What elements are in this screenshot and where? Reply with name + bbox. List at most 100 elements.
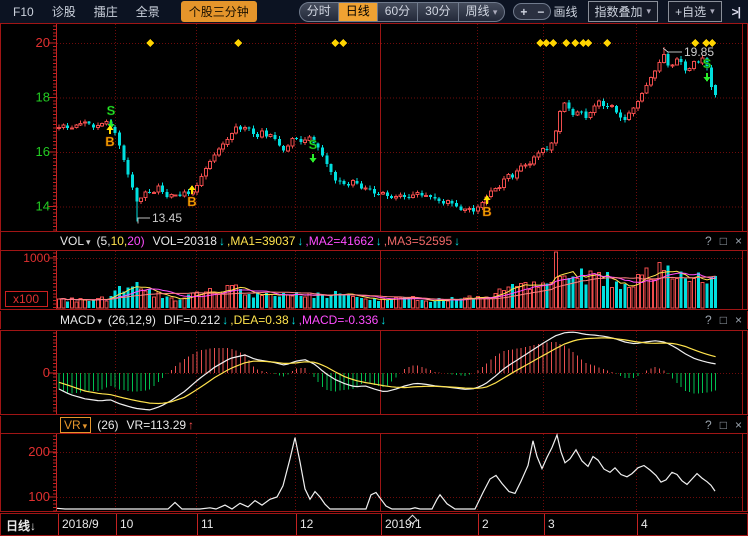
down-arrow-icon: ↓ [376,234,382,248]
chevron-down-icon: ▾ [97,316,102,326]
axis-label: 2 [482,517,489,531]
axis-label: 2018/9 [62,517,99,531]
add-watchlist-dropdown[interactable]: +自选▾ [668,1,722,22]
axis-label: 12 [300,517,313,531]
svg-text:100: 100 [28,489,50,504]
svg-text:0: 0 [43,365,50,380]
vol-pane-header: VOL▾(5,10,20) VOL=20318↓,MA1=39037↓,MA2=… [0,232,748,250]
close-icon[interactable]: × [735,313,742,327]
draw-line-button[interactable]: 画线 [554,3,578,20]
index-overlay-dropdown[interactable]: 指数叠加▾ [588,1,659,22]
macd-dea: ,DEA=0.38 [230,313,288,327]
help-icon[interactable]: ? [705,313,712,327]
macd-pane-header: MACD▾(26,12,9) DIF=0.212↓,DEA=0.38↓,MACD… [0,311,748,329]
axis-label: 4 [641,517,648,531]
svg-text:13.45: 13.45 [152,211,182,225]
macd-value: ,MACD=-0.336 [299,313,379,327]
stock-3min-button[interactable]: 个股三分钟 [181,1,257,22]
axis-tick [544,514,545,535]
axis-tick [296,514,297,535]
macd-chart: 0 [0,330,748,415]
menu-diagnose[interactable]: 诊股 [52,3,76,20]
vol-ma3: ,MA3=52595 [384,234,452,248]
macd-indicator-selector[interactable]: MACD▾ [60,313,102,327]
svg-text:19.85: 19.85 [684,45,714,59]
candlestick-chart: 20181614SBBSBS13.4519.85 [0,23,748,232]
help-icon[interactable]: ? [705,234,712,248]
period-weekly-dropdown[interactable]: 周线 ▾ [459,2,506,22]
svg-text:200: 200 [28,444,50,459]
period-30min[interactable]: 30分 [418,2,458,22]
chevron-down-icon: ▾ [493,7,498,17]
close-icon[interactable]: × [735,418,742,432]
vr-value: VR=113.29 [127,418,187,432]
period-60min[interactable]: 60分 [378,2,418,22]
svg-text:1000: 1000 [23,251,50,265]
vol-param-1: (5, [97,234,111,248]
vol-value: VOL=20318 [153,234,217,248]
menu-overview[interactable]: 全景 [136,3,160,20]
help-icon[interactable]: ? [705,418,712,432]
axis-tick [478,514,479,535]
vr-chart: 200 100 [0,433,748,512]
toolbar: F10 诊股 擂庄 全景 个股三分钟 分时 日线 60分 30分 周线 ▾ + … [0,0,748,23]
period-switcher: 分时 日线 60分 30分 周线 ▾ [299,2,506,22]
maximize-icon[interactable]: □ [720,313,727,327]
period-daily[interactable]: 日线 [339,2,378,22]
zoom-controls: + − [513,3,551,20]
chevron-down-icon: ▾ [647,6,652,17]
svg-text:x100: x100 [13,292,39,306]
down-arrow-icon: ↓ [291,313,297,327]
svg-text:B: B [187,194,196,209]
axis-tick [58,514,59,535]
axis-label: 3 [548,517,555,531]
vol-indicator-selector[interactable]: VOL▾ [60,234,91,248]
vol-ma1: ,MA1=39037 [227,234,295,248]
volume-chart: 1000 x100 [0,250,748,310]
zoom-in-button[interactable]: + [520,5,527,19]
chevron-down-icon: ▾ [710,6,715,17]
svg-text:S: S [309,137,318,152]
vol-ma2: ,MA2=41662 [305,234,373,248]
vr-pane-header: VR▾ (26) VR=113.29↑ ? □ × [0,416,748,433]
chevron-down-icon: ▾ [83,421,88,431]
down-arrow-icon: ↓ [219,234,225,248]
axis-label: 11 [201,517,213,531]
down-arrow-icon: ↓ [297,234,303,248]
svg-text:20: 20 [36,35,50,50]
period-intraday[interactable]: 分时 [299,2,339,22]
menu-f10[interactable]: F10 [13,5,34,19]
axis-tick [381,514,382,535]
down-arrow-icon: ↓ [222,313,228,327]
axis-tick [116,514,117,535]
time-axis: 日线↓ 2018/91011122019/1234 [0,513,748,536]
svg-text:18: 18 [36,90,50,105]
svg-text:B: B [482,204,491,219]
toolbar-right: 画线 指数叠加▾ +自选▾ >| [554,1,744,22]
maximize-icon[interactable]: □ [720,234,727,248]
svg-text:16: 16 [36,144,50,159]
close-icon[interactable]: × [735,234,742,248]
svg-text:14: 14 [36,199,50,214]
svg-text:B: B [105,134,114,149]
down-arrow-icon: ↓ [454,234,460,248]
zoom-out-button[interactable]: − [537,5,544,19]
vol-param-3: 20) [127,234,144,248]
svg-text:S: S [107,103,116,118]
menu-banker[interactable]: 擂庄 [94,3,118,20]
axis-label: 10 [120,517,133,531]
vr-indicator-selector[interactable]: VR▾ [60,417,91,433]
expand-panel-icon[interactable]: >| [732,5,740,19]
maximize-icon[interactable]: □ [720,418,727,432]
vr-params: (26) [97,418,118,432]
down-arrow-icon: ↓ [380,313,386,327]
macd-params: (26,12,9) [108,313,156,327]
axis-period-label[interactable]: 日线↓ [6,517,36,534]
vol-param-2: 10, [111,234,128,248]
up-arrow-icon: ↑ [188,418,194,432]
chevron-down-icon: ▾ [86,237,91,247]
stock-chart-window: F10 诊股 擂庄 全景 个股三分钟 分时 日线 60分 30分 周线 ▾ + … [0,0,748,536]
macd-dif: DIF=0.212 [164,313,220,327]
axis-tick [197,514,198,535]
axis-tick [637,514,638,535]
